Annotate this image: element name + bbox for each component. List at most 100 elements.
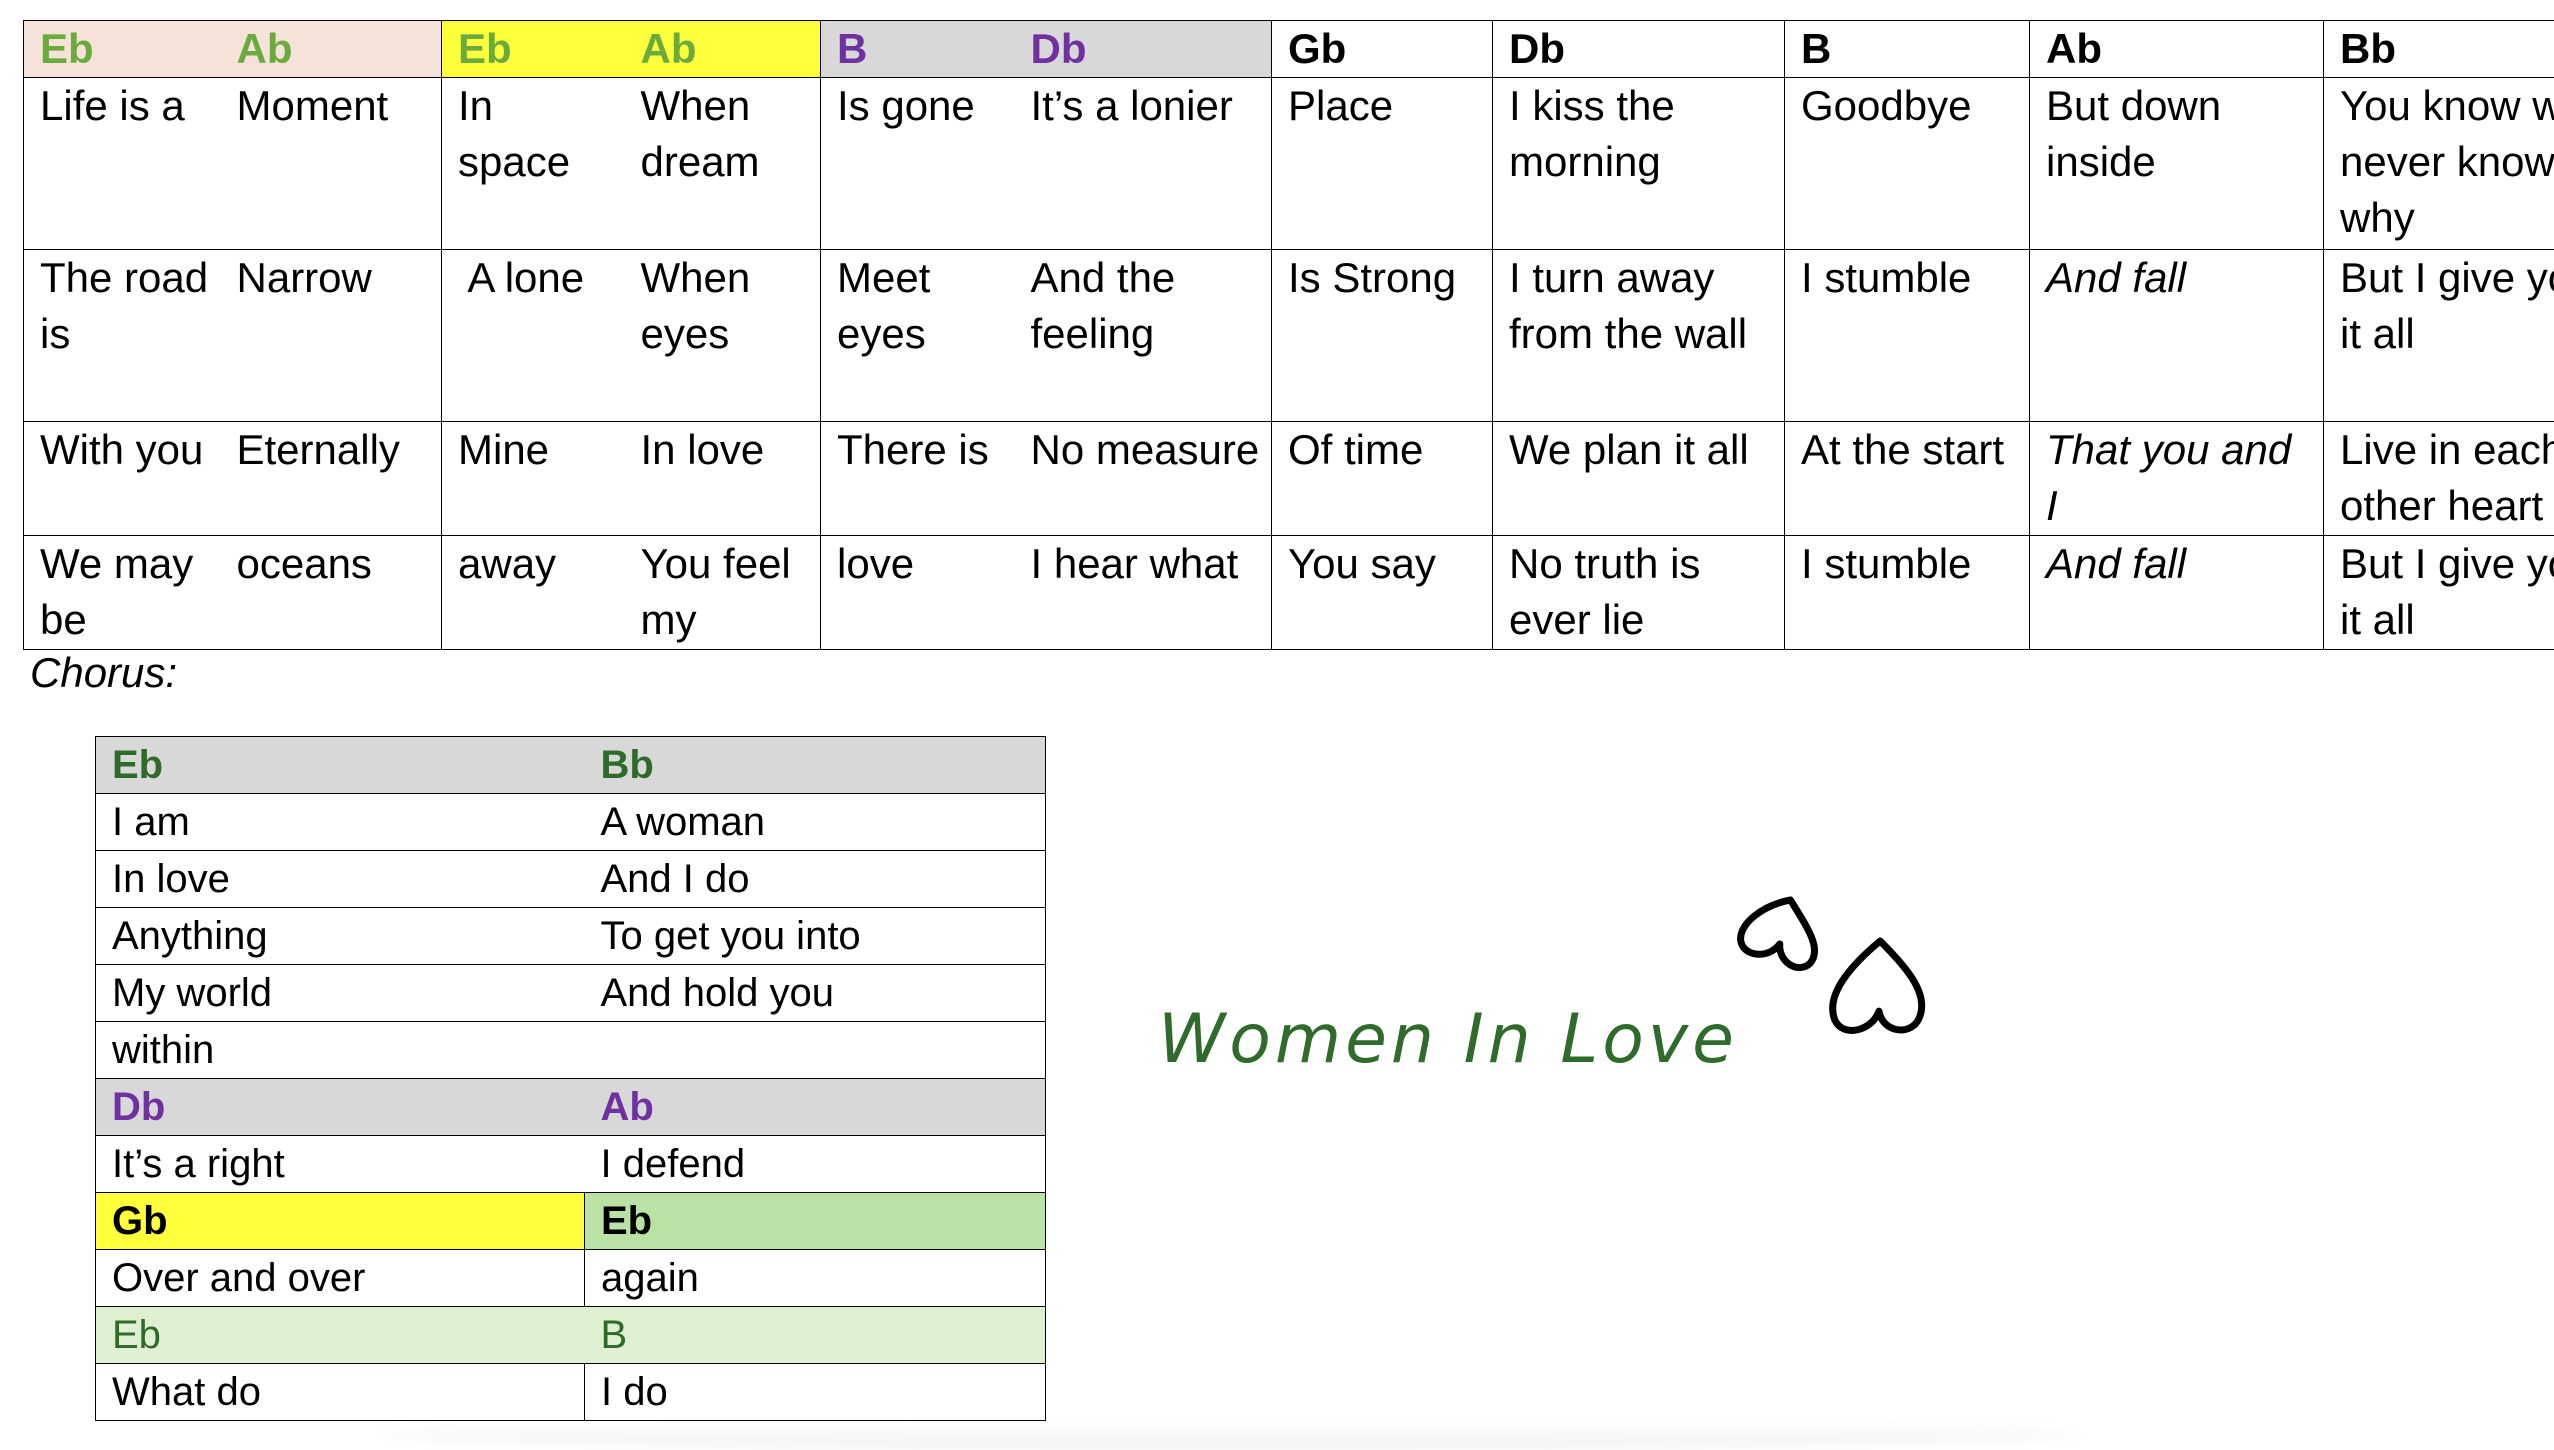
chorus-lyric-row: What do I do [95,1363,1046,1421]
chord-cell: Ab [624,20,821,78]
lyric-cell: And fall [2029,249,2324,422]
chorus-lyric-row: Anything To get you into [95,907,1046,965]
lyric-cell: I turn away from the wall [1492,249,1785,422]
lyric-cell: When dream [624,77,821,250]
page-shadow [380,1420,2080,1450]
lyric-cell: I hear what [1014,535,1272,650]
chord-cell: Ab [2029,20,2324,78]
chorus-lyric-row: In love And I do [95,850,1046,908]
chord-cell: Bb [2323,20,2554,78]
lyric-cell: No truth is ever lie [1492,535,1785,650]
lyric-cell: No measure [1014,421,1272,536]
lyric-cell: Of time [1271,421,1493,536]
chord-cell: Eb [584,1192,1046,1250]
lyric-cell: In love [95,850,585,908]
lyric-cell: Moment [220,77,442,250]
lyric-cell: And I do [584,850,1046,908]
lyric-cell: The road is [23,249,221,422]
lyric-cell: Narrow [220,249,442,422]
chord-cell: B [820,20,1015,78]
lyric-cell: What do [95,1363,585,1421]
lyric-cell: In space [441,77,625,250]
chord-cell: B [1784,20,2030,78]
lyric-cell: I do [584,1363,1046,1421]
chord-cell: Eb [441,20,625,78]
hearts-icon [1737,896,1926,1034]
lyric-cell: again [584,1249,1046,1307]
lyric-cell: With you [23,421,221,536]
lyric-cell: I stumble [1784,535,2030,650]
lyric-cell: Goodbye [1784,77,2030,250]
lyric-cell: Anything [95,907,585,965]
lyric-cell: You know we never know why [2323,77,2554,250]
lyric-cell: Mine [441,421,625,536]
lyric-cell: To get you into [584,907,1046,965]
lyric-cell: oceans [220,535,442,650]
lyric-cell: Eternally [220,421,442,536]
lyric-cell [584,1021,1046,1079]
lyric-cell: A lone [441,249,625,422]
song-title: Women In Love [1158,1000,1738,1079]
lyric-cell: Meet eyes [820,249,1015,422]
chord-cell: Gb [95,1192,585,1250]
lyric-cell: But I give you it all [2323,535,2554,650]
lyric-row: We may be oceans away You feel my love I… [23,535,2554,650]
lyric-cell: I stumble [1784,249,2030,422]
lyric-cell: There is [820,421,1015,536]
chorus-lyric-row: I am A woman [95,793,1046,851]
lyric-row: Life is a Moment In space When dream Is … [23,77,2554,250]
lyric-cell: And hold you [584,964,1046,1022]
lyric-cell: And fall [2029,535,2324,650]
chorus-chord-row: Eb B [95,1306,1046,1364]
chord-cell: Ab [584,1078,1046,1136]
chorus-chord-row: Gb Eb [95,1192,1046,1250]
lyric-cell: When eyes [624,249,821,422]
chord-cell: Eb [95,1306,585,1364]
lyric-cell: love [820,535,1015,650]
lyric-cell: within [95,1021,585,1079]
lyric-cell: Life is a [23,77,221,250]
chord-cell: Eb [95,736,585,794]
chorus-chord-table: Eb Bb I am A woman In love And I do Anyt… [95,736,1046,1421]
lyric-cell: But down inside [2029,77,2324,250]
lyric-cell: But I give you it all [2323,249,2554,422]
chord-cell: Gb [1271,20,1493,78]
lyric-cell: Place [1271,77,1493,250]
lyric-cell: You say [1271,535,1493,650]
lyric-row: With you Eternally Mine In love There is… [23,421,2554,536]
lyric-cell: Over and over [95,1249,585,1307]
lyric-cell: And the feeling [1014,249,1272,422]
lyric-cell: At the start [1784,421,2030,536]
lyric-cell: That you and I [2029,421,2324,536]
chord-cell: Bb [584,736,1046,794]
chorus-lyric-row: My world And hold you [95,964,1046,1022]
lyric-cell: We plan it all [1492,421,1785,536]
lyric-cell: I defend [584,1135,1046,1193]
chord-cell: Db [1014,20,1272,78]
chorus-lyric-row: within [95,1021,1046,1079]
chorus-lyric-row: Over and over again [95,1249,1046,1307]
chorus-chord-row: Db Ab [95,1078,1046,1136]
lyric-cell: You feel my [624,535,821,650]
lyric-cell: Is Strong [1271,249,1493,422]
chorus-lyric-row: It’s a right I defend [95,1135,1046,1193]
chord-cell: Db [1492,20,1785,78]
lyric-cell: My world [95,964,585,1022]
lyric-cell: away [441,535,625,650]
chord-cell: Db [95,1078,585,1136]
lyric-row: The road is Narrow A lone When eyes Meet… [23,249,2554,422]
lyric-cell: I kiss the morning [1492,77,1785,250]
chord-cell: Ab [220,20,442,78]
lyric-cell: A woman [584,793,1046,851]
lyric-cell: We may be [23,535,221,650]
chord-cell: Eb [23,20,221,78]
lyric-cell: Live in each other heart [2323,421,2554,536]
chord-cell: B [584,1306,1046,1364]
lyric-cell: I am [95,793,585,851]
lyric-cell: Is gone [820,77,1015,250]
chorus-label: Chorus: [30,649,178,696]
lyric-cell: In love [624,421,821,536]
lyric-cell: It’s a right [95,1135,585,1193]
lyric-cell: It’s a lonier [1014,77,1272,250]
chord-row: Eb Ab Eb Ab B Db Gb Db B Ab Bb [23,20,2554,78]
